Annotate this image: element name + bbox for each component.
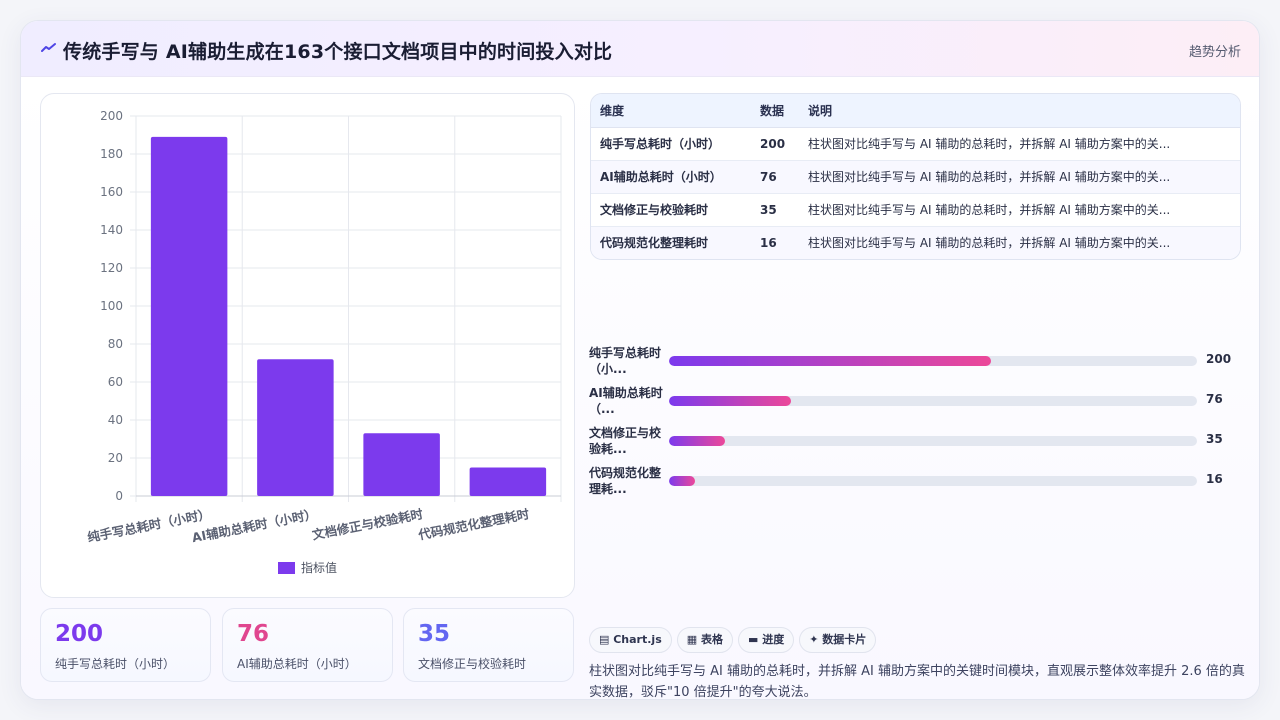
data-table: 维度 数据 说明 纯手写总耗时（小时） 200 柱状图对比纯手写与 AI 辅助的… [590,93,1241,260]
progress-value: 200 [1206,352,1232,366]
table-cell: 200 [751,127,799,161]
progress-label: AI辅助总耗时（... [589,386,663,416]
bar [469,467,547,496]
stat-value: 76 [237,621,270,647]
x-tick-label: 文档修正与校验耗时 [311,506,425,542]
progress-row: 代码规范化整理耗... 16 [589,465,1249,499]
progress-fill [669,396,792,406]
bar-chart: 020406080100120140160180200纯手写总耗时（小时）AI辅… [86,109,562,575]
table-cell: 16 [751,226,799,259]
progress-track [669,396,1197,406]
stat-card: 35 文档修正与校验耗时 [403,608,574,682]
progress-track [669,356,1197,366]
y-tick-label: 60 [108,375,123,389]
progress-row: 纯手写总耗时（小... 200 [589,345,1249,379]
y-tick-label: 180 [100,147,123,161]
table-row: 代码规范化整理耗时 16 柱状图对比纯手写与 AI 辅助的总耗时，并拆解 AI … [591,226,1240,259]
y-tick-label: 120 [100,261,123,275]
progress-value: 35 [1206,432,1223,446]
x-tick-label: 代码规范化整理耗时 [416,506,531,542]
dashboard-card: 传统手写与 AI辅助生成在163个接口文档项目中的时间投入对比 趋势分析 0 20… [20,20,1260,700]
progress-value: 16 [1206,472,1223,486]
stat-card: 200 纯手写总耗时（小时） [40,608,211,682]
bar [363,433,440,496]
table-cell: 76 [751,160,799,194]
table-header-cell: 说明 [799,94,1240,128]
progress-row: 文档修正与校验耗... 35 [589,425,1249,459]
table-cell: AI辅助总耗时（小时） [591,160,751,194]
progress-track [669,476,1197,486]
chip-label: Chart.js [613,633,662,646]
bar [257,359,334,496]
progress-row: AI辅助总耗时（... 76 [589,385,1249,419]
page-title: 传统手写与 AI辅助生成在163个接口文档项目中的时间投入对比 [63,41,613,63]
chart-description: 柱状图对比纯手写与 AI 辅助的总耗时，并拆解 AI 辅助方案中的关键时间模块，… [589,664,1245,700]
chip-sparkle[interactable]: ✦ 数据卡片 [799,627,877,653]
trend-analysis-tag[interactable]: 趋势分析 [1189,41,1241,60]
table-cell: 柱状图对比纯手写与 AI 辅助的总耗时，并拆解 AI 辅助方案中的关... [799,193,1240,227]
table-cell: 柱状图对比纯手写与 AI 辅助的总耗时，并拆解 AI 辅助方案中的关... [799,226,1240,259]
y-tick-label: 200 [100,109,123,123]
progress-fill [669,436,726,446]
progress-fill [669,356,991,366]
y-tick-label: 40 [108,413,123,427]
chip-progress[interactable]: ▬ 进度 [737,627,795,653]
stat-label: 文档修正与校验耗时 [418,657,527,671]
progress-list: 纯手写总耗时（小... 200 AI辅助总耗时（... 76 文档修正与校验耗... 35… [589,289,1249,496]
stat-value: 200 [55,621,104,647]
y-tick-label: 160 [100,185,123,199]
stat-label: 纯手写总耗时（小时） [55,657,176,671]
table-cell: 35 [751,193,799,227]
table-cell: 纯手写总耗时（小时） [591,127,751,161]
table-row: 纯手写总耗时（小时） 200 柱状图对比纯手写与 AI 辅助的总耗时，并拆解 A… [591,127,1240,161]
content-area: 0 20 40 60 80 100 120 140 160 180 200 纯手写总耗时（小时） AI辅… [21,77,1259,700]
table-header-cell: 数据 [751,94,799,128]
chip-table[interactable]: ▦ 表格 [676,627,733,653]
progress-track [669,436,1197,446]
header: 传统手写与 AI辅助生成在163个接口文档项目中的时间投入对比 趋势分析 [21,21,1259,77]
table-header-cell: 维度 [591,94,751,128]
stat-card: 76 AI辅助总耗时（小时） [222,608,393,682]
table-cell: 柱状图对比纯手写与 AI 辅助的总耗时，并拆解 AI 辅助方案中的关... [799,160,1240,194]
progress-label: 纯手写总耗时（小... [589,346,662,376]
y-tick-label: 20 [108,451,123,465]
sparkle-icon: ✦ [809,633,823,646]
chip-chart[interactable]: ▤ Chart.js [589,627,672,653]
progress-value: 76 [1206,392,1223,406]
progress-label: 代码规范化整理耗... [589,466,662,496]
y-tick-label: 140 [100,223,123,237]
table-cell: 代码规范化整理耗时 [591,226,751,259]
bar [150,136,228,496]
progress-label: 文档修正与校验耗... [589,426,662,456]
table-header-row: 维度 数据 说明 [591,94,1240,128]
table-row: 文档修正与校验耗时 35 柱状图对比纯手写与 AI 辅助的总耗时，并拆解 AI … [591,193,1240,227]
legend-label: 指标值 [301,560,337,575]
chart-icon: ▤ [599,633,614,646]
table-row: AI辅助总耗时（小时） 76 柱状图对比纯手写与 AI 辅助的总耗时，并拆解 A… [591,160,1240,194]
table-cell: 柱状图对比纯手写与 AI 辅助的总耗时，并拆解 AI 辅助方案中的关... [799,127,1240,161]
legend-swatch [278,562,295,574]
progress-icon: ▬ [747,633,763,646]
y-tick-label: 0 [115,489,123,503]
progress-fill [669,476,695,486]
y-tick-label: 100 [100,299,123,313]
chip-label: 表格 [700,633,723,646]
chip-label: 进度 [762,633,785,646]
stat-value: 35 [418,621,451,647]
bar-chart-panel: 0 20 40 60 80 100 120 140 160 180 200 纯手写总耗时（小时） AI辅… [40,93,575,598]
chip-label: 数据卡片 [822,633,867,646]
stat-label: AI辅助总耗时（小时） [237,657,357,671]
y-tick-label: 80 [108,337,123,351]
trend-line-icon [41,43,56,52]
table-cell: 文档修正与校验耗时 [591,193,751,227]
feature-chips: ▤ Chart.js ▦ 表格 ▬ 进度 ✦ 数据卡片 [589,627,881,653]
table-icon: ▦ [686,633,701,646]
